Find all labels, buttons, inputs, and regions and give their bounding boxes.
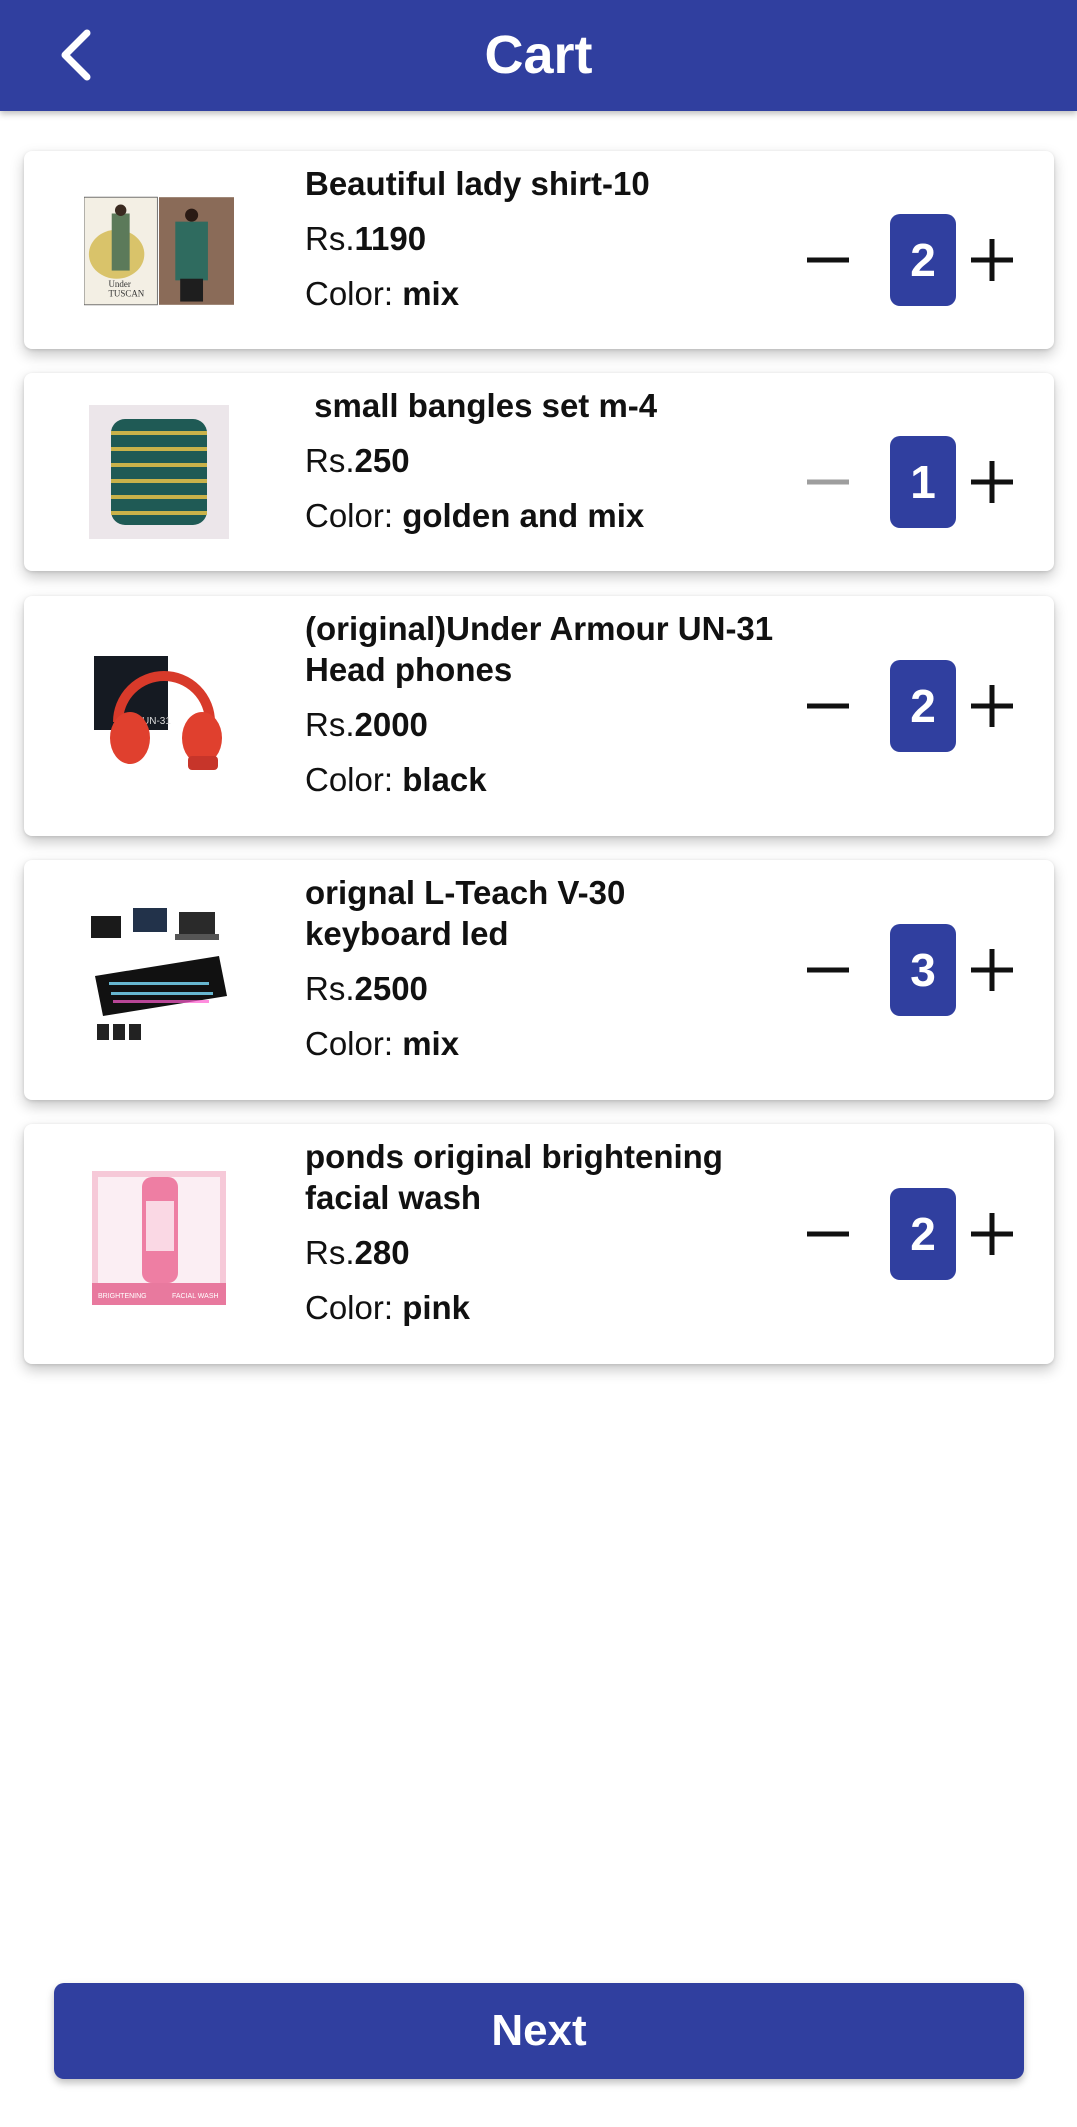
quantity-value: 2 — [890, 214, 956, 306]
cart-item: orignal L-Teach V-30 keyboard led Rs.250… — [24, 860, 1054, 1100]
item-name: orignal L-Teach V-30 keyboard led — [305, 874, 635, 952]
cart-item: BRIGHTENING FACIAL WASH ponds original b… — [24, 1124, 1054, 1364]
increase-quantity-button[interactable] — [962, 660, 1022, 752]
increase-quantity-button[interactable] — [962, 436, 1022, 528]
color-label: Color: — [305, 1025, 403, 1062]
price-prefix: Rs. — [305, 220, 355, 257]
plus-icon — [971, 949, 1013, 991]
plus-icon — [971, 239, 1013, 281]
item-color: Color: mix — [305, 1023, 775, 1064]
quantity-value: 2 — [890, 1188, 956, 1280]
item-name: ponds original brightening facial wash — [305, 1138, 733, 1216]
keyboard-image — [84, 904, 234, 1044]
item-color: Color: pink — [305, 1287, 775, 1328]
price-prefix: Rs. — [305, 1234, 355, 1271]
quantity-stepper: 2 — [798, 1188, 1018, 1280]
minus-icon — [807, 967, 849, 973]
item-info: Beautiful lady shirt-10 Rs.1190 Color: m… — [305, 163, 775, 314]
item-color: Color: black — [305, 759, 775, 800]
price-value: 250 — [354, 442, 410, 479]
increase-quantity-button[interactable] — [962, 1188, 1022, 1280]
quantity-stepper: 2 — [798, 660, 1018, 752]
item-info: ponds original brightening facial wash R… — [305, 1136, 775, 1328]
price-prefix: Rs. — [305, 970, 355, 1007]
lady-shirt-image: Under TUSCAN — [84, 181, 234, 321]
bangles-image — [84, 402, 234, 542]
price-prefix: Rs. — [305, 442, 355, 479]
item-info: (original)Under Armour UN-31 Head phones… — [305, 608, 775, 800]
svg-text:Under: Under — [108, 279, 130, 289]
item-name: Beautiful lady shirt-10 — [305, 165, 650, 202]
quantity-stepper: 3 — [798, 924, 1018, 1016]
app-bar: Cart — [0, 0, 1077, 111]
svg-text:BRIGHTENING: BRIGHTENING — [98, 1293, 147, 1300]
plus-icon — [971, 461, 1013, 503]
color-label: Color: — [305, 497, 403, 534]
decrease-quantity-button[interactable] — [798, 214, 858, 306]
item-price: Rs.2500 — [305, 968, 775, 1009]
svg-text:TUSCAN: TUSCAN — [108, 289, 144, 299]
color-value: black — [402, 761, 487, 798]
increase-quantity-button[interactable] — [962, 924, 1022, 1016]
item-name: small bangles set m-4 — [305, 387, 658, 424]
decrease-quantity-button[interactable] — [798, 924, 858, 1016]
color-label: Color: — [305, 1289, 403, 1326]
minus-icon — [807, 703, 849, 709]
color-value: mix — [402, 1025, 460, 1062]
item-price: Rs.2000 — [305, 704, 775, 745]
cart-item: small bangles set m-4 Rs.250 Color: gold… — [24, 373, 1054, 571]
quantity-value: 3 — [890, 924, 956, 1016]
plus-icon — [971, 685, 1013, 727]
decrease-quantity-button[interactable] — [798, 660, 858, 752]
quantity-stepper: 2 — [798, 214, 1018, 306]
price-value: 2500 — [354, 970, 428, 1007]
item-name: (original)Under Armour UN-31 Head phones — [305, 610, 783, 688]
cart-item: Under TUSCAN Beautiful lady shirt-10 Rs.… — [24, 151, 1054, 349]
item-color: Color: mix — [305, 273, 775, 314]
color-value: pink — [402, 1289, 471, 1326]
headphones-image: UN-31 — [84, 646, 234, 786]
color-value: mix — [402, 275, 460, 312]
decrease-quantity-button[interactable] — [798, 1188, 858, 1280]
item-price: Rs.1190 — [305, 218, 775, 259]
color-label: Color: — [305, 275, 403, 312]
minus-icon — [807, 257, 849, 263]
item-info: small bangles set m-4 Rs.250 Color: gold… — [305, 385, 775, 536]
facial-wash-image: BRIGHTENING FACIAL WASH — [84, 1168, 234, 1308]
price-prefix: Rs. — [305, 706, 355, 743]
quantity-value: 2 — [890, 660, 956, 752]
item-color: Color: golden and mix — [305, 495, 775, 536]
color-label: Color: — [305, 761, 403, 798]
item-info: orignal L-Teach V-30 keyboard led Rs.250… — [305, 872, 775, 1064]
quantity-value: 1 — [890, 436, 956, 528]
decrease-quantity-button[interactable] — [798, 436, 858, 528]
page-title: Cart — [484, 25, 593, 85]
cart-item: UN-31 (original)Under Armour UN-31 Head … — [24, 596, 1054, 836]
color-value: golden and mix — [402, 497, 645, 534]
item-price: Rs.250 — [305, 440, 775, 481]
item-price: Rs.280 — [305, 1232, 775, 1273]
minus-icon — [807, 479, 849, 485]
price-value: 280 — [354, 1234, 410, 1271]
next-button[interactable]: Next — [54, 1983, 1024, 2079]
minus-icon — [807, 1231, 849, 1237]
increase-quantity-button[interactable] — [962, 214, 1022, 306]
price-value: 1190 — [354, 220, 427, 257]
price-value: 2000 — [354, 706, 428, 743]
quantity-stepper: 1 — [798, 436, 1018, 528]
plus-icon — [971, 1213, 1013, 1255]
svg-text:FACIAL WASH: FACIAL WASH — [172, 1293, 219, 1300]
